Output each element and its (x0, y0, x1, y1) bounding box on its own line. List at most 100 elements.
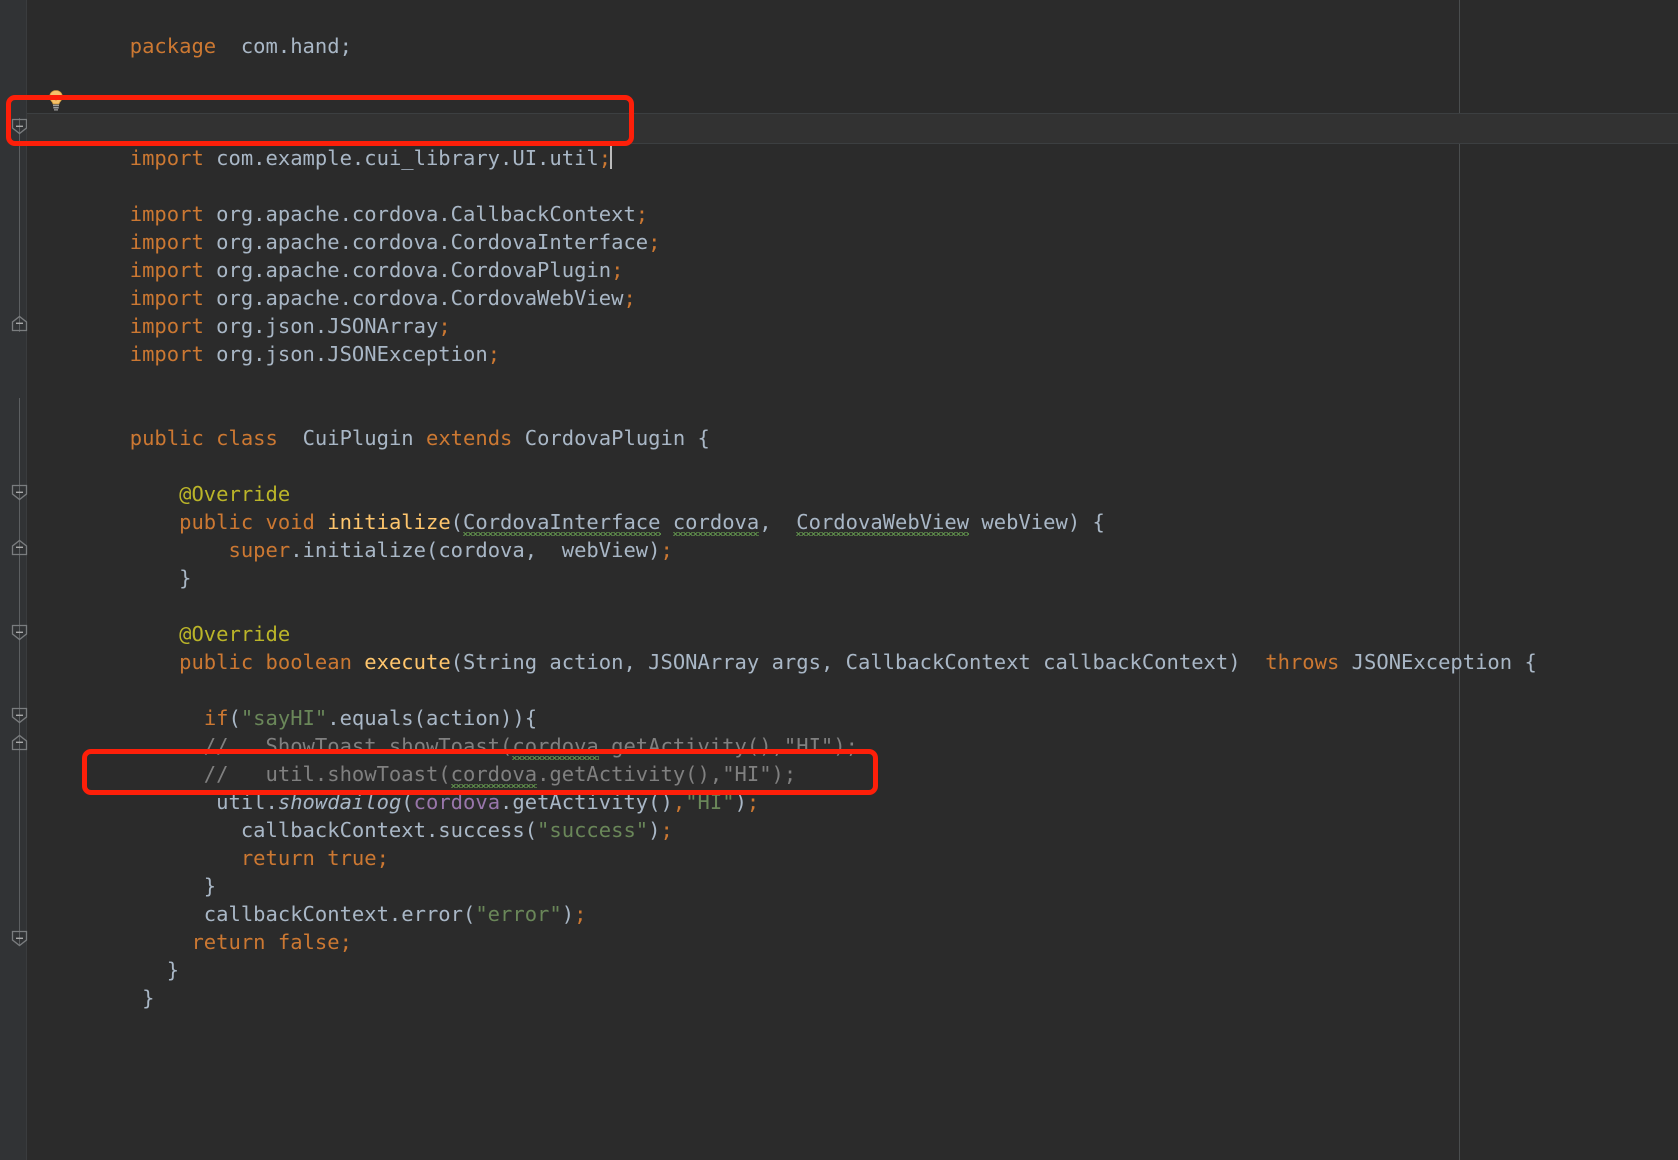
token-semicolon: ; (339, 930, 352, 954)
code-line[interactable]: import org.json.JSONException; (31, 312, 500, 366)
fold-rail-imports (19, 118, 20, 332)
code-line[interactable]: @Override (31, 592, 290, 646)
code-line[interactable]: package com.hand; (31, 4, 352, 58)
editor-surface[interactable]: package com.hand; import com.example.cui… (27, 0, 1678, 1160)
token-comma: , (759, 510, 797, 534)
token-keyword: return (240, 846, 315, 870)
token-text: .initialize(cordova, webView) (290, 538, 661, 562)
token-param-name: webView (981, 510, 1068, 534)
code-line[interactable]: callbackContext.success("success"); (31, 788, 673, 842)
fold-collapse-icon[interactable] (11, 315, 28, 332)
token-brace: { (685, 426, 710, 450)
token-paren: ) (734, 790, 747, 814)
fold-collapse-icon[interactable] (11, 484, 28, 501)
token-semicolon: ; (487, 342, 501, 366)
code-line[interactable]: import org.apache.cordova.CallbackContex… (31, 172, 648, 226)
code-line[interactable]: } (31, 844, 216, 898)
code-line[interactable]: // util.showToast(cordova.getActivity(),… (31, 732, 796, 786)
token-keyword: class (216, 426, 278, 450)
fold-collapse-icon[interactable] (11, 734, 28, 751)
token-text: org.json.JSONException (203, 342, 488, 366)
token-keyword: true (327, 846, 377, 870)
token-exception-type: JSONException (1351, 650, 1513, 674)
token-class-name: CordovaPlugin (524, 426, 686, 450)
token-string: "success" (537, 818, 649, 842)
lightbulb-icon[interactable] (44, 88, 68, 112)
code-line[interactable]: return true; (31, 816, 389, 870)
code-line[interactable]: import org.apache.cordova.CordovaPlugin; (31, 228, 624, 282)
code-line[interactable]: } (31, 928, 179, 982)
text-caret (610, 146, 613, 169)
token-keyword: throws (1265, 650, 1340, 674)
token-param-name: cordova (672, 510, 760, 534)
token-brace: ) { (1067, 510, 1105, 534)
token-keyword: public (129, 426, 204, 450)
fold-collapse-icon[interactable] (11, 118, 28, 135)
editor-gutter[interactable] (0, 0, 26, 1160)
code-line[interactable]: public class CuiPlugin extends CordovaPl… (31, 396, 710, 450)
token-paren: ) (648, 818, 661, 842)
token-brace: } (129, 986, 155, 1010)
token-keyword: boolean (265, 650, 352, 674)
token-paren: ) (561, 902, 575, 926)
code-line[interactable]: super.initialize(cordova, webView); (31, 508, 673, 562)
token-brace: } (129, 566, 192, 590)
fold-collapse-icon[interactable] (11, 624, 28, 641)
token-keyword: public (179, 650, 254, 674)
code-line[interactable]: import org.apache.cordova.CordovaWebView… (31, 256, 636, 310)
code-line[interactable]: return false; (31, 900, 351, 954)
token-class-name: CuiPlugin (302, 426, 414, 450)
code-content[interactable]: package com.hand; import com.example.cui… (27, 0, 1678, 1160)
fold-collapse-icon[interactable] (11, 539, 28, 556)
token-keyword: extends (426, 426, 513, 450)
fold-collapse-icon[interactable] (11, 707, 28, 724)
token-params: (String action, JSONArray args, Callback… (450, 650, 1266, 674)
token-comma: , (672, 790, 686, 814)
token-keyword: package (129, 34, 217, 58)
fold-collapse-icon[interactable] (11, 930, 28, 947)
code-line[interactable]: public boolean execute(String action, JS… (31, 620, 1537, 674)
token-keyword: super (228, 538, 291, 562)
code-line[interactable]: import org.apache.cordova.CordovaInterfa… (31, 200, 661, 254)
token-text: com.example.cui_library.UI.util (203, 146, 599, 170)
code-line[interactable]: } (31, 536, 191, 590)
token-semicolon: ; (623, 286, 636, 310)
token-brace: { (1512, 650, 1537, 674)
token-keyword: false (277, 930, 340, 954)
token-keyword: import (129, 146, 204, 170)
code-editor-window: package com.hand; import com.example.cui… (0, 0, 1678, 1160)
code-line[interactable]: // ShowToast.showToast(cordova.getActivi… (31, 704, 858, 758)
token-param-type: CordovaWebView (796, 510, 970, 534)
token-string: "HI" (685, 790, 735, 814)
code-line[interactable]: import org.json.JSONArray; (31, 284, 451, 338)
code-line[interactable]: public void initialize(CordovaInterface … (31, 480, 1105, 534)
token-semicolon: ; (660, 818, 673, 842)
code-line[interactable]: callbackContext.error("error"); (31, 872, 587, 926)
token-semicolon: ; (574, 902, 587, 926)
code-line[interactable]: import com.example.cui_library.UI.util; (31, 116, 613, 170)
token-keyword: import (129, 342, 204, 366)
token-keyword: return (191, 930, 266, 954)
token-semicolon: ; (376, 846, 389, 870)
token-method: execute (364, 650, 451, 674)
token-semicolon: ; (648, 230, 661, 254)
code-line[interactable]: @Override (31, 452, 290, 506)
code-line[interactable]: if("sayHI".equals(action)){ (31, 676, 537, 730)
code-line[interactable]: util.showdailog(cordova.getActivity(),"H… (31, 760, 759, 814)
token-semicolon: ; (660, 538, 673, 562)
token-semicolon: ; (746, 790, 760, 814)
token-text: com.hand; (216, 34, 352, 58)
code-line[interactable]: } (31, 956, 154, 1010)
token-string: "error" (475, 902, 562, 926)
